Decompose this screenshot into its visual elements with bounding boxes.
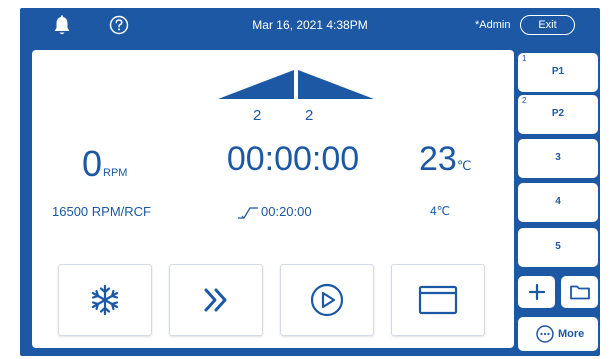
- lid-button[interactable]: [391, 264, 485, 336]
- speed-value: 0: [82, 143, 103, 184]
- current-temperature: 23℃: [419, 140, 471, 179]
- program-label: 4: [555, 196, 561, 207]
- window-icon: [418, 285, 458, 315]
- program-5-button[interactable]: 5: [518, 228, 598, 267]
- rotor-icon: [218, 70, 374, 99]
- program-p1-button[interactable]: 1 P1: [518, 53, 598, 92]
- program-index: 1: [522, 54, 527, 63]
- precool-button[interactable]: [58, 264, 152, 336]
- program-4-button[interactable]: 4: [518, 183, 598, 222]
- run-timer: 00:00:00: [226, 140, 360, 178]
- set-temperature[interactable]: 4℃: [430, 204, 450, 218]
- exit-button[interactable]: Exit: [520, 15, 575, 35]
- datetime: Mar 16, 2021 4:38PM: [252, 18, 368, 32]
- temperature-value: 23: [419, 140, 457, 178]
- more-circle-icon: [536, 325, 554, 343]
- program-label: P2: [551, 108, 565, 119]
- program-index: 2: [522, 96, 527, 105]
- current-user: *Admin: [475, 19, 511, 31]
- folder-icon: [569, 285, 590, 300]
- rotor-right-count: 2: [305, 107, 314, 124]
- screen: Mar 16, 2021 4:38PM *Admin Exit 2 2 0RPM…: [20, 8, 600, 356]
- snowflake-icon: [91, 284, 119, 316]
- current-speed: 0RPM: [82, 143, 127, 185]
- more-button[interactable]: More: [518, 317, 598, 351]
- program-3-button[interactable]: 3: [518, 139, 598, 178]
- ramp-icon: [238, 207, 258, 219]
- start-button[interactable]: [280, 264, 374, 336]
- help-icon[interactable]: [109, 15, 129, 35]
- bell-icon[interactable]: [52, 15, 72, 37]
- add-program-button[interactable]: [518, 276, 555, 308]
- set-time[interactable]: 00:20:00: [237, 204, 312, 220]
- rotor-left-count: 2: [253, 107, 262, 124]
- more-label: More: [558, 328, 585, 340]
- play-circle-icon: [310, 283, 344, 317]
- set-speed[interactable]: 16500 RPM/RCF: [52, 204, 151, 219]
- temperature-unit: ℃: [456, 158, 472, 173]
- program-label: 3: [555, 152, 561, 163]
- program-label: 5: [555, 241, 561, 252]
- open-folder-button[interactable]: [561, 276, 598, 308]
- top-bar: Mar 16, 2021 4:38PM *Admin Exit: [20, 8, 600, 42]
- speed-unit: RPM: [103, 167, 128, 179]
- plus-icon: [528, 283, 545, 301]
- main-panel: 2 2 0RPM 00:00:00 23℃ 16500 RPM/RCF 00:2…: [32, 50, 514, 348]
- double-chevron-right-icon: [204, 288, 227, 312]
- set-time-value: 00:20:00: [261, 204, 312, 219]
- program-label: P1: [551, 66, 565, 77]
- program-p2-button[interactable]: 2 P2: [518, 95, 598, 134]
- fast-forward-button[interactable]: [169, 264, 263, 336]
